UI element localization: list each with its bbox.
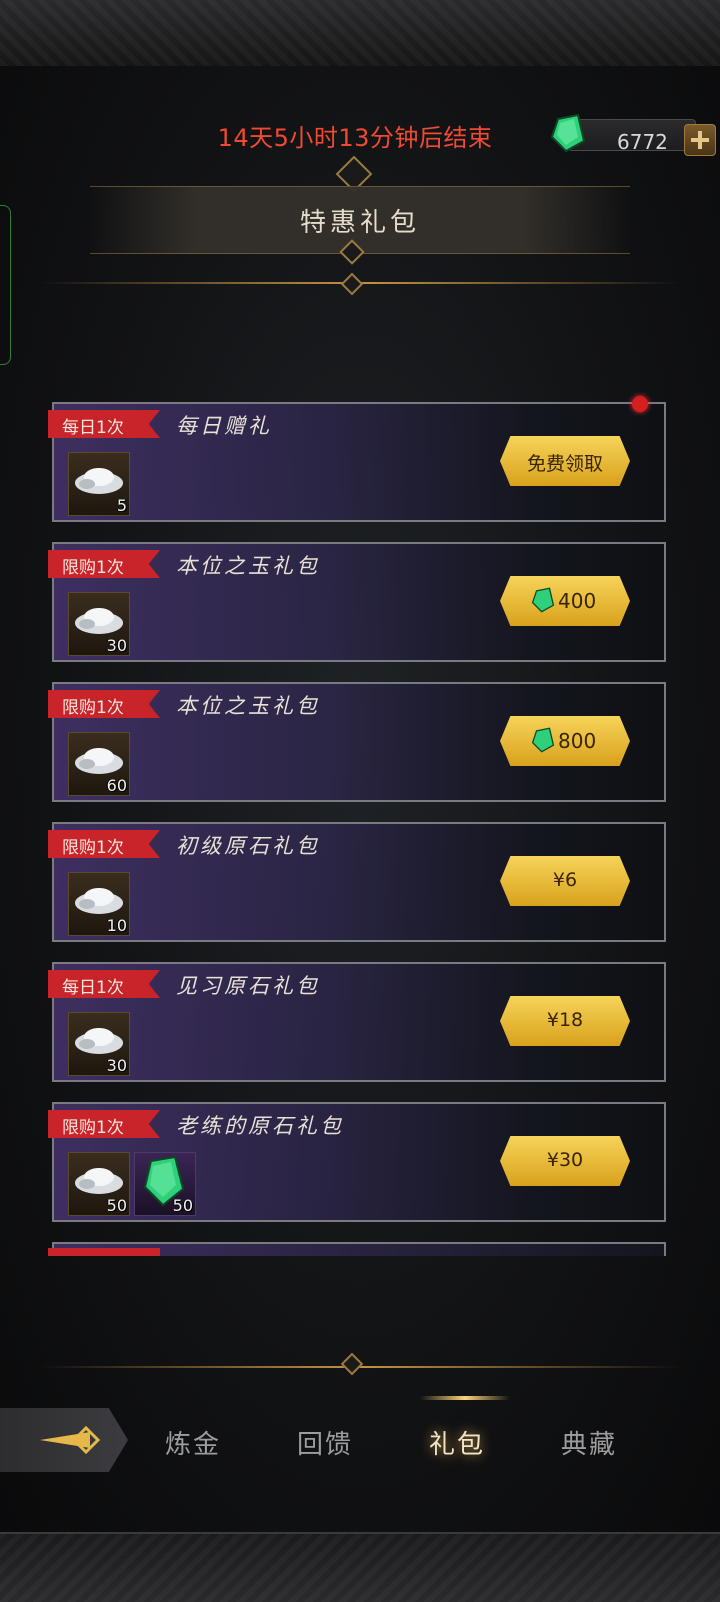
limit-tag (48, 1248, 160, 1256)
back-button[interactable] (0, 1408, 128, 1472)
pack-card: 限购1次 老练的原石礼包 50 50 ¥30 (48, 1102, 666, 1222)
pack-card-partial (48, 1242, 666, 1256)
reward-qty: 10 (106, 916, 127, 935)
buy-button[interactable]: 400 (500, 576, 630, 626)
claim-button[interactable]: 免费领取 (500, 436, 630, 486)
price-label: ¥18 (546, 1009, 584, 1031)
price-value: 400 (558, 589, 597, 613)
pack-name: 初级原石礼包 (176, 834, 320, 858)
page-title: 特惠礼包 (299, 208, 420, 238)
price-label: ¥30 (546, 1149, 584, 1171)
limit-tag: 限购1次 (48, 1110, 160, 1138)
tab-gift-packs[interactable]: 礼包 (397, 1424, 517, 1461)
price-value: 800 (558, 729, 597, 753)
side-drawer-tab[interactable] (0, 205, 11, 365)
limit-tag-label: 每日1次 (62, 978, 124, 998)
pack-card: 限购1次 本位之玉礼包 60 800 (48, 682, 666, 802)
tab-feedback[interactable]: 回馈 (265, 1424, 385, 1461)
claim-button-label: 免费领取 (526, 453, 603, 475)
limit-tag: 限购1次 (48, 550, 160, 578)
buy-button[interactable]: ¥30 (500, 1136, 630, 1186)
pack-card: 限购1次 本位之玉礼包 30 400 (48, 542, 666, 662)
notification-dot (632, 396, 648, 412)
reward-item[interactable]: 5 (68, 452, 130, 516)
limit-tag: 限购1次 (48, 830, 160, 858)
tab-collection[interactable]: 典藏 (529, 1424, 649, 1461)
pack-card: 每日1次 见习原石礼包 30 ¥18 (48, 962, 666, 1082)
green-gem-icon (550, 113, 586, 153)
pack-name: 老练的原石礼包 (176, 1114, 344, 1138)
reward-qty: 60 (106, 776, 127, 795)
reward-item[interactable]: 10 (68, 872, 130, 936)
limit-tag-label: 限购1次 (62, 558, 124, 578)
active-tab-indicator (420, 1396, 510, 1400)
bottom-nav: 炼金 回馈 礼包 典藏 (0, 1396, 720, 1496)
reward-item[interactable]: 50 (68, 1152, 130, 1216)
reward-qty: 50 (106, 1196, 127, 1215)
limit-tag: 限购1次 (48, 690, 160, 718)
limit-tag: 每日1次 (48, 410, 160, 438)
reward-qty: 30 (106, 1056, 127, 1075)
currency-display: 6772 (548, 113, 716, 157)
event-countdown: 14天5小时13分钟后结束 (217, 124, 493, 152)
reward-item[interactable]: 30 (68, 592, 130, 656)
tab-alchemy[interactable]: 炼金 (133, 1424, 253, 1461)
limit-tag-label: 限购1次 (62, 1118, 124, 1138)
price-label: ¥6 (552, 869, 578, 891)
pack-name: 每日赠礼 (176, 414, 272, 438)
top-frame (0, 0, 720, 68)
green-gem-icon (531, 727, 555, 753)
reward-item[interactable]: 50 (134, 1152, 196, 1216)
buy-button[interactable]: ¥6 (500, 856, 630, 906)
bottom-frame (0, 1532, 720, 1602)
pack-name: 见习原石礼包 (176, 974, 320, 998)
reward-qty: 5 (116, 496, 127, 515)
limit-tag-label: 每日1次 (62, 418, 124, 438)
pack-card: 限购1次 初级原石礼包 10 ¥6 (48, 822, 666, 942)
limit-tag-label: 限购1次 (62, 698, 124, 718)
title-banner: 特惠礼包 (90, 186, 630, 254)
green-gem-icon (531, 587, 555, 613)
reward-item[interactable]: 60 (68, 732, 130, 796)
buy-button[interactable]: ¥18 (500, 996, 630, 1046)
arrow-left-icon (40, 1425, 101, 1455)
pack-name: 本位之玉礼包 (176, 554, 320, 578)
reward-qty: 50 (172, 1196, 193, 1215)
limit-tag: 每日1次 (48, 970, 160, 998)
reward-qty: 30 (106, 636, 127, 655)
currency-value: 6772 (617, 130, 668, 154)
limit-tag-label: 限购1次 (62, 838, 124, 858)
pack-name: 本位之玉礼包 (176, 694, 320, 718)
pack-card: 每日1次 每日赠礼 5 免费领取 (48, 396, 666, 522)
add-currency-button[interactable] (684, 124, 716, 156)
buy-button[interactable]: 800 (500, 716, 630, 766)
reward-item[interactable]: 30 (68, 1012, 130, 1076)
